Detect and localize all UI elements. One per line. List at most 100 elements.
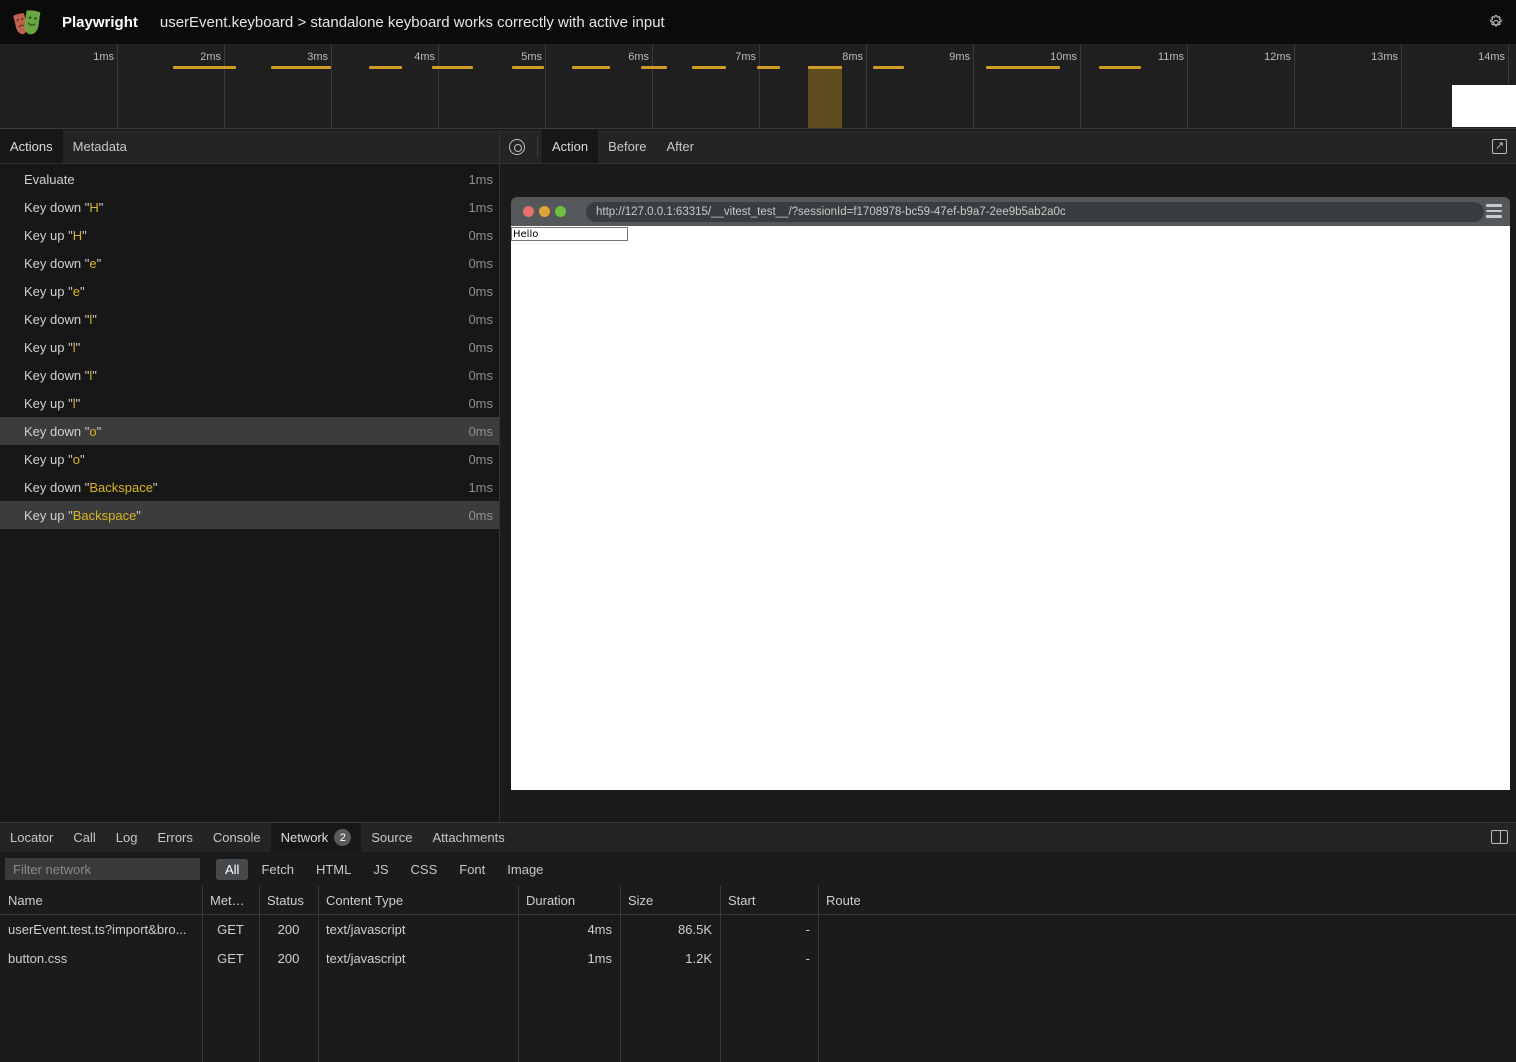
tab-attachments[interactable]: Attachments bbox=[422, 823, 514, 852]
filter-chip-fetch[interactable]: Fetch bbox=[252, 859, 303, 880]
timeline-action-bar[interactable] bbox=[432, 66, 473, 69]
timeline-tick-label: 6ms bbox=[589, 51, 649, 65]
tab-after[interactable]: After bbox=[656, 130, 703, 163]
open-snapshot-popout-icon[interactable] bbox=[1492, 139, 1507, 154]
cell-method: GET bbox=[202, 951, 259, 966]
action-label: Key up "l" bbox=[24, 396, 80, 411]
network-filter-input[interactable] bbox=[5, 858, 200, 880]
cell-content-type: text/javascript bbox=[318, 951, 518, 966]
timeline-action-bar[interactable] bbox=[873, 66, 904, 69]
column-header-start[interactable]: Start bbox=[720, 893, 818, 908]
cell-size: 86.5K bbox=[620, 922, 720, 937]
filter-chip-css[interactable]: CSS bbox=[402, 859, 447, 880]
action-duration: 0ms bbox=[468, 312, 493, 327]
tab-action[interactable]: Action bbox=[542, 130, 598, 163]
pick-locator-icon[interactable] bbox=[509, 139, 525, 155]
filter-chip-image[interactable]: Image bbox=[498, 859, 552, 880]
action-row[interactable]: Key up "H"0ms bbox=[0, 221, 499, 249]
timeline-action-bar[interactable] bbox=[1099, 66, 1141, 69]
browser-chrome: http://127.0.0.1:63315/__vitest_test__/?… bbox=[511, 197, 1510, 226]
action-row[interactable]: Key down "Backspace"1ms bbox=[0, 473, 499, 501]
snapshot-page bbox=[511, 226, 1510, 790]
action-row[interactable]: Key down "l"0ms bbox=[0, 305, 499, 333]
action-duration: 0ms bbox=[468, 508, 493, 523]
table-column-separator bbox=[518, 886, 519, 1062]
action-label: Key down "H" bbox=[24, 200, 103, 215]
action-row[interactable]: Key up "Backspace"0ms bbox=[0, 501, 499, 529]
action-key-value: Backspace bbox=[89, 480, 153, 495]
menu-hamburger-icon[interactable] bbox=[1486, 204, 1502, 218]
column-header-name[interactable]: Name bbox=[0, 893, 202, 908]
cell-status: 200 bbox=[259, 951, 318, 966]
action-row[interactable]: Key down "H"1ms bbox=[0, 193, 499, 221]
timeline-action-bar[interactable] bbox=[641, 66, 667, 69]
action-row[interactable]: Key up "l"0ms bbox=[0, 389, 499, 417]
action-key-value: o bbox=[73, 452, 80, 467]
table-column-separator bbox=[202, 886, 203, 1062]
filter-chip-all[interactable]: All bbox=[216, 859, 248, 880]
timeline-action-bar[interactable] bbox=[808, 66, 842, 69]
playwright-logo-icon bbox=[12, 6, 46, 38]
timeline-tick-label: 9ms bbox=[910, 51, 970, 65]
action-key-value: l bbox=[89, 368, 92, 383]
cell-status: 200 bbox=[259, 922, 318, 937]
tab-label: Actions bbox=[10, 139, 53, 154]
column-header-status[interactable]: Status bbox=[259, 893, 318, 908]
split-view-icon[interactable] bbox=[1491, 830, 1508, 844]
action-row[interactable]: Key down "l"0ms bbox=[0, 361, 499, 389]
timeline-action-bar[interactable] bbox=[173, 66, 236, 69]
address-bar[interactable]: http://127.0.0.1:63315/__vitest_test__/?… bbox=[586, 202, 1484, 222]
action-key-value: l bbox=[73, 340, 76, 355]
tab-errors[interactable]: Errors bbox=[147, 823, 202, 852]
timeline[interactable]: 1ms2ms3ms4ms5ms6ms7ms8ms9ms10ms11ms12ms1… bbox=[0, 44, 1516, 129]
column-header-route[interactable]: Route bbox=[818, 893, 1516, 908]
tab-metadata[interactable]: Metadata bbox=[63, 130, 137, 163]
filter-chip-font[interactable]: Font bbox=[450, 859, 494, 880]
timeline-selected-range[interactable] bbox=[808, 66, 842, 128]
tab-network[interactable]: Network2 bbox=[271, 823, 362, 852]
timeline-action-bar[interactable] bbox=[512, 66, 544, 69]
tab-actions[interactable]: Actions bbox=[0, 130, 63, 163]
column-header-content-type[interactable]: Content Type bbox=[318, 893, 518, 908]
action-row[interactable]: Evaluate1ms bbox=[0, 165, 499, 193]
timeline-gridline bbox=[652, 44, 653, 129]
network-request-row[interactable]: button.cssGET200text/javascript1ms1.2K- bbox=[0, 944, 1516, 973]
action-row[interactable]: Key up "o"0ms bbox=[0, 445, 499, 473]
timeline-gridline bbox=[438, 44, 439, 129]
action-key-value: e bbox=[89, 256, 96, 271]
timeline-action-bar[interactable] bbox=[692, 66, 726, 69]
app-title: Playwright bbox=[62, 14, 138, 31]
action-row[interactable]: Key up "e"0ms bbox=[0, 277, 499, 305]
timeline-action-bar[interactable] bbox=[757, 66, 780, 69]
tab-source[interactable]: Source bbox=[361, 823, 422, 852]
bottom-tab-bar: LocatorCallLogErrorsConsoleNetwork2Sourc… bbox=[0, 823, 1516, 852]
column-header-duration[interactable]: Duration bbox=[518, 893, 620, 908]
tab-call[interactable]: Call bbox=[63, 823, 105, 852]
tab-locator[interactable]: Locator bbox=[0, 823, 63, 852]
filter-chip-js[interactable]: JS bbox=[364, 859, 397, 880]
timeline-gridline bbox=[973, 44, 974, 129]
timeline-action-bar[interactable] bbox=[271, 66, 331, 69]
action-row[interactable]: Key up "l"0ms bbox=[0, 333, 499, 361]
column-header-method[interactable]: Method bbox=[202, 893, 259, 908]
timeline-action-bar[interactable] bbox=[572, 66, 610, 69]
timeline-tick-label: 13ms bbox=[1338, 51, 1398, 65]
timeline-tick-label: 7ms bbox=[696, 51, 756, 65]
action-duration: 1ms bbox=[468, 172, 493, 187]
timeline-action-bar[interactable] bbox=[986, 66, 1060, 69]
network-request-row[interactable]: userEvent.test.ts?import&bro...GET200tex… bbox=[0, 915, 1516, 944]
action-row[interactable]: Key down "e"0ms bbox=[0, 249, 499, 277]
page-text-input[interactable] bbox=[511, 227, 628, 241]
timeline-gridline bbox=[331, 44, 332, 129]
tab-label: Before bbox=[608, 139, 646, 154]
tab-console[interactable]: Console bbox=[203, 823, 271, 852]
timeline-action-bar[interactable] bbox=[369, 66, 402, 69]
tab-before[interactable]: Before bbox=[598, 130, 656, 163]
action-row[interactable]: Key down "o"0ms bbox=[0, 417, 499, 445]
filter-chip-html[interactable]: HTML bbox=[307, 859, 360, 880]
timeline-film-thumbnail[interactable] bbox=[1452, 85, 1516, 127]
settings-gear-icon[interactable] bbox=[1487, 13, 1505, 31]
tab-log[interactable]: Log bbox=[106, 823, 148, 852]
table-column-separator bbox=[720, 886, 721, 1062]
column-header-size[interactable]: Size bbox=[620, 893, 720, 908]
